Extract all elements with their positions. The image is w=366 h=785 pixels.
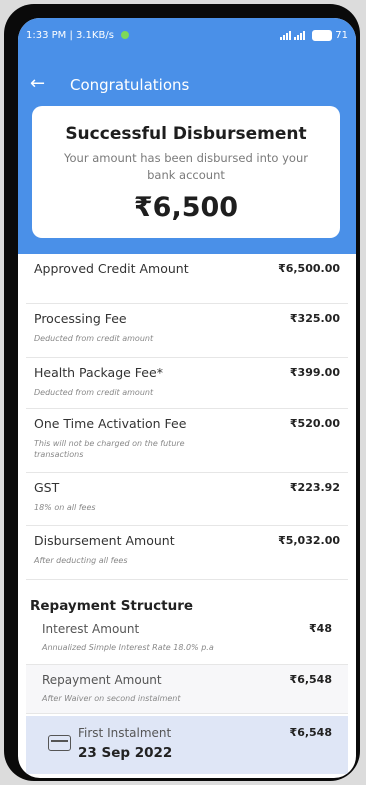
repayment-structure-heading: Repayment Structure xyxy=(30,598,194,614)
fee-value: ₹325.00 xyxy=(289,312,340,325)
fee-row-gst: GST ₹223.92 18% on all fees xyxy=(26,473,348,526)
repayment-note: After Waiver on second instalment xyxy=(42,694,181,703)
card-subtitle: Your amount has been disbursed into your… xyxy=(64,151,308,182)
app-bar: ← Congratulations xyxy=(18,73,356,99)
fee-row-activation: One Time Activation Fee ₹520.00 This wil… xyxy=(26,409,348,473)
repayment-row-interest: Interest Amount ₹48 Annualized Simple In… xyxy=(26,614,348,665)
fee-row-health-package: Health Package Fee* ₹399.00 Deducted fro… xyxy=(26,358,348,409)
fee-note: This will not be charged on the future t… xyxy=(34,439,185,459)
repayment-value: ₹48 xyxy=(309,622,332,635)
fee-value: ₹223.92 xyxy=(289,481,340,494)
repayment-label: Interest Amount xyxy=(42,622,140,636)
battery-icon xyxy=(312,30,333,41)
instalment-value: ₹6,548 xyxy=(289,726,332,739)
instalment-label: First Instalment xyxy=(78,726,172,740)
header: 1:33 PM | 3.1KB/s 71 ← Congratulations S… xyxy=(18,18,356,254)
fee-row-approved-credit: Approved Credit Amount ₹6,500.00 xyxy=(26,254,348,304)
fee-note: Deducted from credit amount xyxy=(34,388,154,397)
disbursement-card: Successful Disbursement Your amount has … xyxy=(32,106,340,238)
fee-row-disbursement: Disbursement Amount ₹5,032.00 After dedu… xyxy=(26,526,348,580)
fee-label: Approved Credit Amount xyxy=(34,261,189,276)
fee-value: ₹520.00 xyxy=(289,417,340,430)
fee-label: Processing Fee xyxy=(34,311,127,326)
repayment-label: Repayment Amount xyxy=(42,673,162,687)
fee-row-processing: Processing Fee ₹325.00 Deducted from cre… xyxy=(26,304,348,358)
signal-icon xyxy=(280,31,292,40)
status-time: 1:33 PM | 3.1KB/s xyxy=(26,30,114,41)
fee-note: After deducting all fees xyxy=(34,556,128,565)
repayment-row-total: Repayment Amount ₹6,548 After Waiver on … xyxy=(26,665,348,714)
fee-value: ₹399.00 xyxy=(289,366,340,379)
fee-label: Disbursement Amount xyxy=(34,533,175,548)
card-title: Successful Disbursement xyxy=(65,124,307,144)
fee-note: 18% on all fees xyxy=(34,503,96,512)
app-screen: 1:33 PM | 3.1KB/s 71 ← Congratulations S… xyxy=(18,18,356,778)
fee-label: GST xyxy=(34,480,60,495)
repayment-value: ₹6,548 xyxy=(289,673,332,686)
battery-level: 71 xyxy=(335,30,348,41)
page-title: Congratulations xyxy=(70,76,190,94)
arrow-left-icon[interactable]: ← xyxy=(30,73,45,94)
fee-value: ₹6,500.00 xyxy=(278,262,340,275)
fee-note: Deducted from credit amount xyxy=(34,334,154,343)
phone-frame: 1:33 PM | 3.1KB/s 71 ← Congratulations S… xyxy=(4,4,360,781)
notification-dot-icon xyxy=(121,31,130,39)
status-bar: 1:33 PM | 3.1KB/s 71 xyxy=(26,30,348,46)
first-instalment-card[interactable]: First Instalment 23 Sep 2022 ₹6,548 xyxy=(26,716,348,774)
fee-label: One Time Activation Fee xyxy=(34,416,187,431)
fee-value: ₹5,032.00 xyxy=(278,534,340,547)
signal-icon-2 xyxy=(294,31,306,40)
disbursed-amount: ₹6,500 xyxy=(133,192,239,223)
fee-label: Health Package Fee* xyxy=(34,365,163,380)
credit-card-icon xyxy=(48,735,71,751)
instalment-date: 23 Sep 2022 xyxy=(78,745,173,761)
repayment-note: Annualized Simple Interest Rate 18.0% p.… xyxy=(42,643,214,652)
